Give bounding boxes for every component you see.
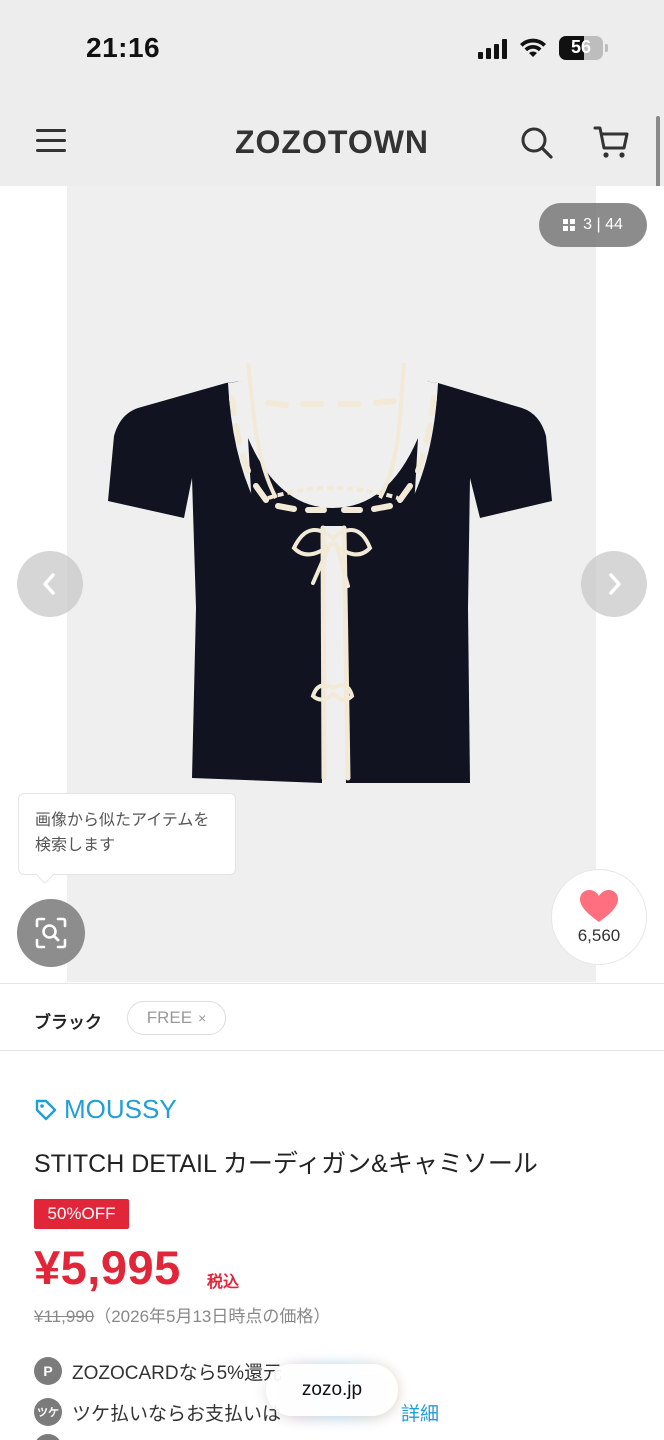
next-image-button[interactable]: [581, 551, 647, 617]
previous-image-button[interactable]: [17, 551, 83, 617]
sale-price: ¥5,995: [34, 1241, 181, 1294]
remove-size-icon[interactable]: ×: [198, 1010, 206, 1026]
benefit-text: ツケ払いならお支払いは: [72, 1403, 282, 1425]
benefit-text: ZOZOCARDなら5%還元: [72, 1362, 283, 1384]
image-search-icon: [35, 917, 67, 949]
favorite-count: 6,560: [577, 926, 621, 945]
grid-icon: [563, 219, 576, 231]
chevron-right-icon: [609, 573, 621, 595]
battery-tip: [605, 44, 608, 52]
tax-label: 税込: [207, 1274, 240, 1291]
image-counter-button[interactable]: 3 | 44: [539, 203, 647, 247]
image-search-button[interactable]: [17, 899, 85, 967]
detail-link[interactable]: 詳細: [401, 1399, 439, 1426]
status-time: 21:16: [86, 32, 161, 63]
benefit-icon: [34, 1434, 62, 1440]
status-bar: 21:16 56: [0, 0, 664, 100]
favorite-button[interactable]: 6,560: [551, 869, 647, 965]
product-image-cardigan: [108, 362, 552, 783]
brand-link[interactable]: MOUSSY: [34, 1094, 177, 1125]
discount-badge: 50%OFF: [34, 1199, 129, 1229]
cart-button[interactable]: [592, 122, 632, 162]
original-price-line: ¥11,990（2026年5月13日時点の価格）: [34, 1302, 330, 1327]
logo[interactable]: ZOZOTOWN: [0, 124, 664, 161]
color-label[interactable]: ブラック: [34, 1008, 102, 1033]
image-counter: 3 | 44: [583, 216, 623, 233]
battery-icon: 56: [559, 36, 603, 60]
cart-icon: [593, 126, 629, 158]
tag-icon: [35, 1099, 57, 1120]
original-price: ¥11,990: [34, 1307, 95, 1326]
chevron-left-icon: [43, 573, 55, 595]
cellular-signal-icon: [478, 37, 507, 59]
url-text: zozo.jp: [301, 1379, 363, 1400]
tooltip-line-1: 画像から似たアイテムを: [35, 812, 210, 829]
price-note: （2026年5月13日時点の価格）: [94, 1307, 331, 1326]
battery-level: 56: [570, 37, 592, 57]
tsuke-icon: ツケ: [34, 1398, 62, 1426]
brand-name: MOUSSY: [64, 1094, 177, 1124]
product-image-gallery[interactable]: 3 | 44 画像から似たアイテムを 検索します 6,560: [0, 186, 664, 982]
benefit-zozocard: P ZOZOCARDなら5%還元: [34, 1357, 282, 1385]
search-button[interactable]: [518, 124, 556, 162]
status-icons: 56: [478, 36, 608, 60]
heart-icon: [580, 890, 618, 922]
search-icon: [521, 127, 553, 159]
image-search-tooltip: 画像から似たアイテムを 検索します: [18, 793, 236, 875]
app-header: ZOZOTOWN: [0, 100, 664, 186]
tooltip-line-2: 検索します: [35, 837, 116, 854]
product-title: STITCH DETAIL カーディガン&キャミソール: [34, 1150, 538, 1178]
variant-selector: ブラック FREE ×: [0, 983, 664, 1051]
point-icon: P: [34, 1357, 62, 1385]
size-chip[interactable]: FREE ×: [127, 1001, 226, 1035]
wifi-icon: [520, 38, 546, 57]
browser-url-bar[interactable]: zozo.jp: [266, 1364, 398, 1416]
size-label: FREE: [146, 1008, 193, 1027]
